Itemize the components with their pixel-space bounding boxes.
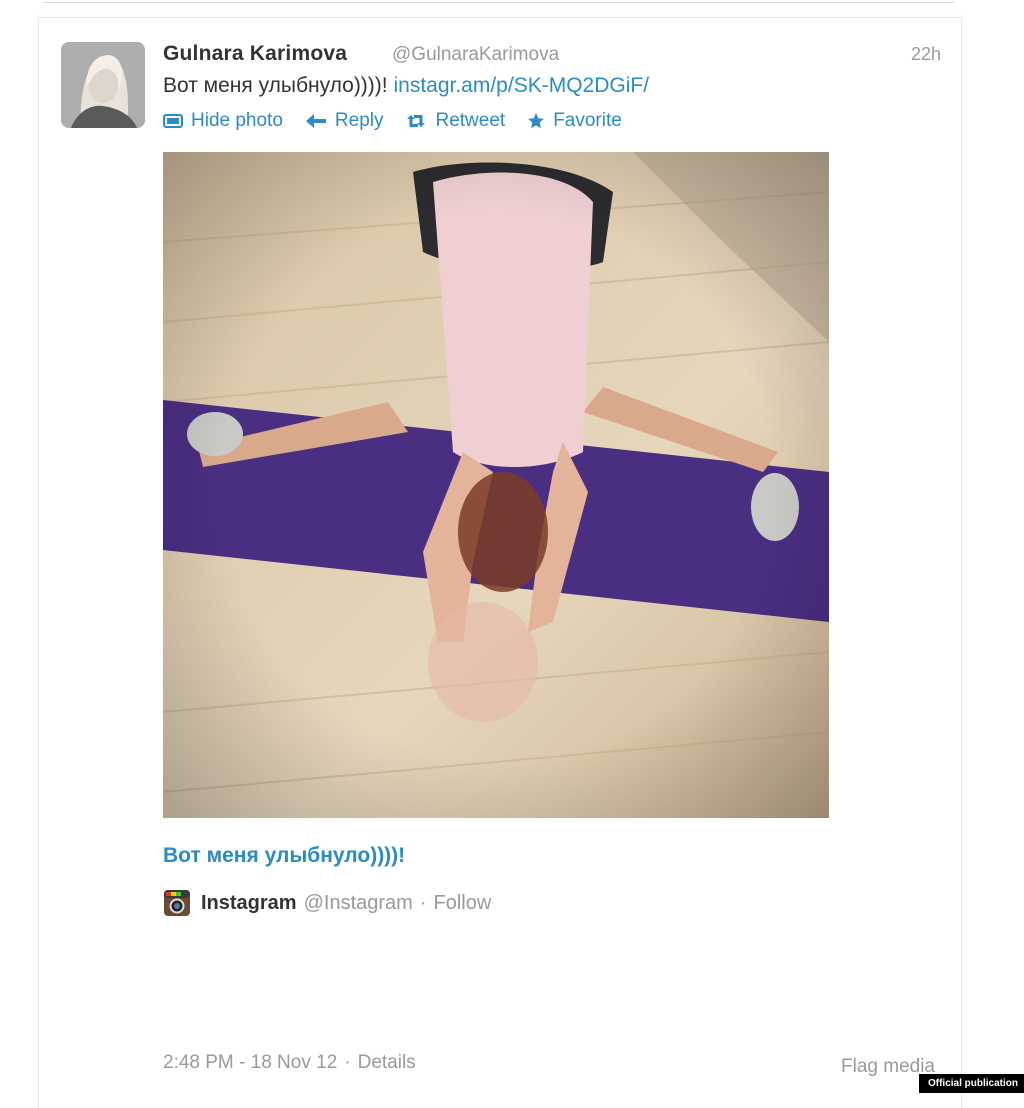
media-caption[interactable]: Вот меня улыбнуло))))!	[163, 844, 405, 868]
tweet-timestamp[interactable]: 22h	[911, 44, 941, 65]
separator-dot: ·	[419, 891, 427, 914]
tweet-body: Вот меня улыбнуло))))!	[163, 74, 388, 97]
source-name[interactable]: Instagram	[201, 892, 297, 915]
reply-label: Reply	[334, 110, 384, 131]
hide-photo-button[interactable]: Hide photo	[163, 110, 283, 132]
reply-icon	[305, 113, 327, 129]
tweet-footer: 2:48 PM - 18 Nov 12 · Details	[163, 1052, 416, 1074]
official-publication-badge: Official publication	[918, 1074, 1024, 1093]
star-icon	[527, 112, 545, 130]
source-handle[interactable]: @Instagram	[304, 892, 413, 915]
top-divider	[44, 2, 954, 3]
follow-link[interactable]: Follow	[434, 892, 492, 915]
tweet-card: Gulnara Karimova @GulnaraKarimova 22h Во…	[38, 17, 962, 1108]
author-handle[interactable]: @GulnaraKarimova	[392, 44, 559, 66]
retweet-button[interactable]: Retweet	[405, 110, 505, 132]
media-source: Instagram @Instagram · Follow	[163, 888, 491, 918]
photo-icon	[163, 113, 183, 129]
tweet-text: Вот меня улыбнуло))))! instagr.am/p/SK-M…	[163, 74, 649, 98]
retweet-label: Retweet	[435, 110, 506, 131]
reply-button[interactable]: Reply	[305, 110, 384, 132]
favorite-label: Favorite	[553, 110, 622, 131]
tweet-actions: Hide photo Reply Retweet Favorite	[163, 108, 622, 134]
posted-at: 2:48 PM - 18 Nov 12	[163, 1052, 338, 1073]
author-name[interactable]: Gulnara Karimova	[163, 42, 347, 66]
details-link[interactable]: Details	[358, 1052, 416, 1074]
author-avatar[interactable]	[61, 42, 145, 128]
favorite-button[interactable]: Favorite	[527, 110, 622, 132]
hide-photo-label: Hide photo	[191, 110, 283, 131]
tweet-link[interactable]: instagr.am/p/SK-MQ2DGiF/	[393, 74, 649, 97]
retweet-icon	[405, 113, 427, 129]
media-photo[interactable]	[163, 152, 829, 818]
footer-separator-dot: ·	[344, 1052, 351, 1073]
instagram-icon	[163, 889, 191, 917]
